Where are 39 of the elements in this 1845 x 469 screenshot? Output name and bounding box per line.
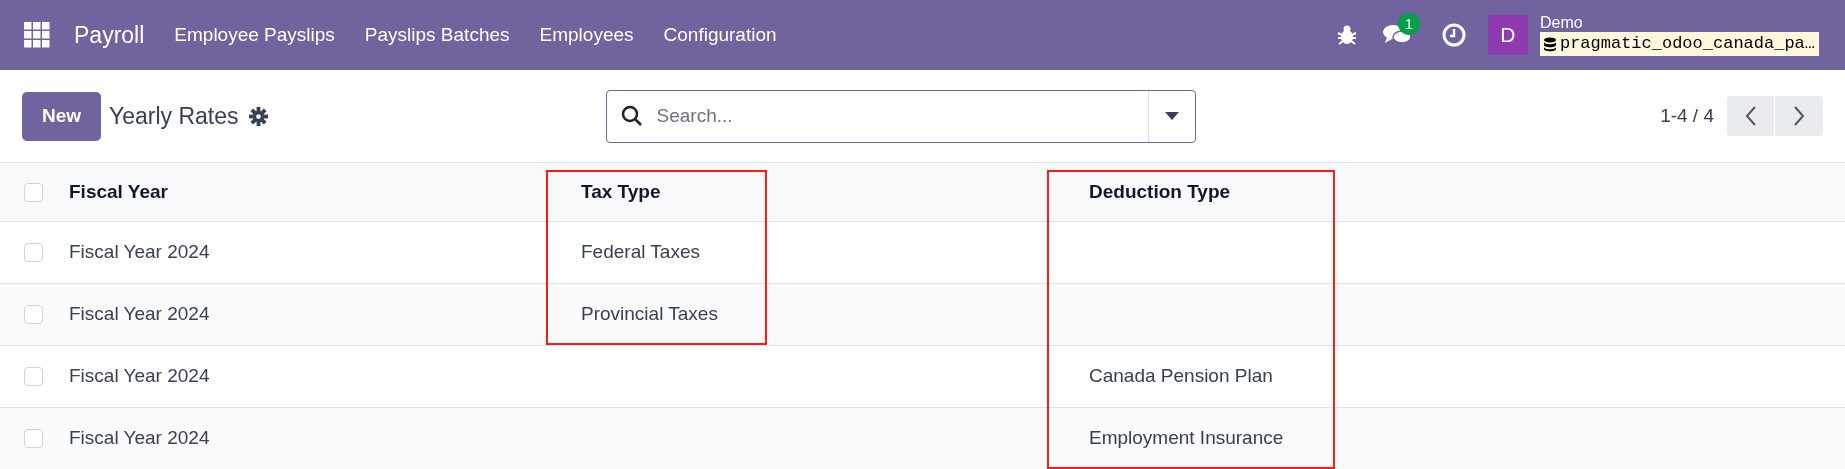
chevron-right-icon	[1793, 106, 1805, 126]
column-header[interactable]: Fiscal Year	[69, 180, 168, 202]
row-checkbox[interactable]	[23, 182, 43, 202]
search-icon	[620, 105, 643, 127]
table-cell: Fiscal Year 2024	[69, 365, 210, 387]
menu-item[interactable]: Configuration	[663, 20, 777, 50]
table-cell: Provincial Taxes	[581, 303, 718, 325]
table-cell: Federal Taxes	[581, 241, 700, 263]
table-cell: Fiscal Year 2024	[69, 303, 210, 325]
page-title: Yearly Rates	[109, 101, 239, 131]
menu-item[interactable]: Payslips Batches	[364, 20, 510, 50]
table-cell: Fiscal Year 2024	[69, 427, 210, 449]
message-count-badge: 1	[1397, 13, 1420, 35]
user-avatar[interactable]: D	[1487, 15, 1528, 55]
clock-icon[interactable]	[1441, 23, 1466, 47]
column-header[interactable]: Tax Type	[581, 180, 661, 202]
column-header[interactable]: Deduction Type	[1089, 180, 1231, 202]
database-icon	[1543, 36, 1556, 52]
user-name[interactable]: Demo	[1539, 14, 1819, 32]
row-checkbox[interactable]	[23, 429, 43, 448]
table-cell: Canada Pension Plan	[1089, 365, 1273, 387]
row-checkbox[interactable]	[23, 367, 43, 386]
row-checkbox[interactable]	[23, 243, 43, 262]
menu-item[interactable]: Employee Payslips	[174, 20, 335, 50]
app-name[interactable]: Payroll	[74, 17, 145, 53]
search-input[interactable]: Search...	[656, 101, 1148, 131]
database-name: pragmatic_odoo_canada_pa…	[1559, 33, 1815, 56]
search-field[interactable]: Search...	[605, 89, 1196, 143]
pager-value[interactable]: 1-4 / 4	[1660, 101, 1714, 131]
apps-menu-icon[interactable]	[24, 22, 50, 48]
row-checkbox[interactable]	[23, 305, 43, 324]
new-button[interactable]: New	[22, 91, 101, 141]
settings-icon[interactable]	[248, 106, 268, 126]
chevron-left-icon	[1744, 106, 1757, 126]
bug-icon[interactable]	[1336, 24, 1357, 46]
table-cell: Fiscal Year 2024	[69, 241, 210, 263]
caret-icon[interactable]	[1164, 112, 1179, 120]
menu-item[interactable]: Employees	[539, 20, 634, 50]
table-cell: Employment Insurance	[1089, 427, 1284, 449]
